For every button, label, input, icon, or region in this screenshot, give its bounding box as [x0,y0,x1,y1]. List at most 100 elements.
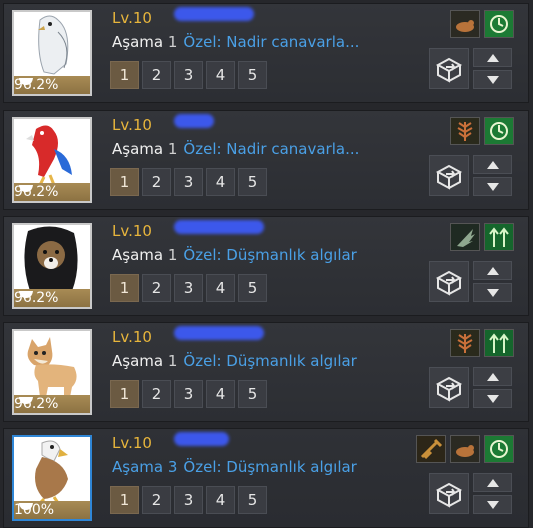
tab-4[interactable]: 4 [206,274,235,302]
wing-icon[interactable] [450,223,480,251]
move-up-button[interactable] [473,261,512,280]
arrow-down-icon [486,288,499,297]
arrow-up-icon [486,266,499,275]
pet-card[interactable]: 96.2% Lv.10 Aşama 1 Özel: Düşmanlık algıl… [3,322,529,422]
swap-icon [435,270,463,296]
tab-4[interactable]: 4 [206,168,235,196]
move-up-button[interactable] [473,367,512,386]
pet-portrait: 96.2% [12,117,92,203]
tab-5[interactable]: 5 [238,380,267,408]
special-skill-text: Özel: Nadir canavarla... [183,140,360,158]
move-up-button[interactable] [473,48,512,67]
tab-2[interactable]: 2 [142,168,171,196]
arrow-up-icon [486,160,499,169]
skill-tabs: 12345 [110,61,267,89]
speed-icon[interactable] [484,117,514,145]
gathering-icon[interactable] [416,435,446,463]
tab-5[interactable]: 5 [238,486,267,514]
redacted-name [174,432,229,446]
pet-controls [429,473,512,517]
pet-card[interactable]: 96.2% Lv.10 Aşama 1 Özel: Düşmanlık algıl… [3,216,529,316]
redacted-name [174,220,264,234]
pet-card[interactable]: 96.2% Lv.10 Aşama 1 Özel: Nadir canavarla… [3,110,529,210]
tab-1[interactable]: 1 [110,380,139,408]
pet-controls [429,261,512,305]
tab-3[interactable]: 3 [174,274,203,302]
bowl-icon [19,397,33,404]
tab-1[interactable]: 1 [110,486,139,514]
swap-icon [435,57,463,83]
hunger-bar: 96.2% [14,289,90,307]
move-down-button[interactable] [473,177,512,196]
speed-icon[interactable] [484,435,514,463]
speed-icon[interactable] [484,10,514,38]
pet-stage: Aşama 3 Özel: Düşmanlık algılar [112,458,357,476]
swap-icon [435,164,463,190]
move-up-button[interactable] [473,155,512,174]
arrow-down-icon [486,182,499,191]
tab-4[interactable]: 4 [206,61,235,89]
tab-2[interactable]: 2 [142,274,171,302]
move-down-button[interactable] [473,70,512,89]
beast-icon[interactable] [450,435,480,463]
swap-button[interactable] [429,48,469,89]
pet-portrait: 100% [12,435,92,521]
arrow-down-icon [486,500,499,509]
bowl-icon [19,78,33,85]
pet-controls [429,155,512,199]
arrows-up-icon[interactable] [484,329,514,357]
hunger-bar: 100% [14,501,90,519]
move-down-button[interactable] [473,283,512,302]
pet-controls [429,48,512,92]
move-down-button[interactable] [473,495,512,514]
tab-5[interactable]: 5 [238,274,267,302]
move-down-button[interactable] [473,389,512,408]
arrow-up-icon [486,372,499,381]
special-skill-text: Özel: Düşmanlık algılar [183,352,357,370]
pet-portrait: 96.2% [12,223,92,309]
tab-2[interactable]: 2 [142,61,171,89]
tab-3[interactable]: 3 [174,486,203,514]
skill-tabs: 12345 [110,168,267,196]
swap-button[interactable] [429,155,469,196]
swap-icon [435,376,463,402]
tab-1[interactable]: 1 [110,274,139,302]
pet-stage: Aşama 1 Özel: Düşmanlık algılar [112,352,357,370]
bowl-icon [19,185,33,192]
tab-3[interactable]: 3 [174,380,203,408]
tab-5[interactable]: 5 [238,168,267,196]
pet-card[interactable]: 100% Lv.10 Aşama 3 Özel: Düşmanlık algıla… [3,428,529,528]
pet-controls [429,367,512,411]
bowl-icon [19,503,33,510]
tab-4[interactable]: 4 [206,486,235,514]
tab-3[interactable]: 3 [174,168,203,196]
growth-icon[interactable] [450,117,480,145]
bowl-icon [19,291,33,298]
pet-card[interactable]: 96.2% Lv.10 Aşama 1 Özel: Nadir canavarla… [3,3,529,103]
move-up-button[interactable] [473,473,512,492]
skill-tabs: 12345 [110,486,267,514]
pet-portrait: 96.2% [12,10,92,96]
swap-button[interactable] [429,261,469,302]
pet-stage: Aşama 1 Özel: Düşmanlık algılar [112,246,357,264]
swap-button[interactable] [429,367,469,408]
swap-button[interactable] [429,473,469,514]
arrows-up-icon[interactable] [484,223,514,251]
tab-3[interactable]: 3 [174,61,203,89]
beast-icon[interactable] [450,10,480,38]
skill-tabs: 12345 [110,274,267,302]
redacted-name [174,114,214,128]
arrow-down-icon [486,75,499,84]
tab-1[interactable]: 1 [110,61,139,89]
tab-1[interactable]: 1 [110,168,139,196]
tab-2[interactable]: 2 [142,380,171,408]
arrow-up-icon [486,478,499,487]
tab-4[interactable]: 4 [206,380,235,408]
skill-tabs: 12345 [110,380,267,408]
swap-icon [435,482,463,508]
redacted-name [174,326,264,340]
tab-2[interactable]: 2 [142,486,171,514]
growth-icon[interactable] [450,329,480,357]
pet-level: Lv.10 [112,328,152,346]
tab-5[interactable]: 5 [238,61,267,89]
